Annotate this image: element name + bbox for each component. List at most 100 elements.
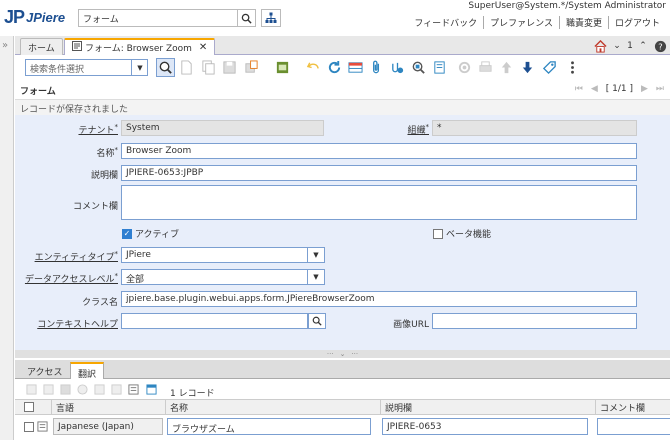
copy-record-icon[interactable] — [199, 58, 218, 77]
entity-type-label[interactable]: エンティティタイプ* — [20, 250, 118, 263]
beta-checkbox[interactable]: ベータ機能 — [433, 227, 491, 240]
new-icon[interactable] — [25, 383, 38, 396]
chevron-down-icon[interactable]: ▼ — [308, 247, 325, 263]
edit-icon[interactable] — [42, 383, 55, 396]
logo-mark: JP — [4, 6, 25, 27]
more-icon[interactable] — [563, 58, 582, 77]
help-icon[interactable]: ? — [652, 38, 668, 54]
workflow-icon[interactable] — [455, 58, 474, 77]
grid-toggle-icon[interactable] — [346, 58, 365, 77]
tab-home[interactable]: ホーム — [20, 38, 63, 55]
cell-description[interactable]: JPIERE-0653 — [382, 418, 588, 435]
menu-tree-icon[interactable] — [261, 9, 281, 27]
description-field[interactable]: JPIERE-0653:JPBP — [121, 165, 637, 181]
cell-name[interactable]: ブラウザズーム — [167, 418, 371, 435]
tab-browser-zoom[interactable]: フォーム: Browser Zoom ✕ — [64, 38, 216, 55]
zoom-across-icon[interactable] — [409, 58, 428, 77]
expand-menu-icon[interactable]: » — [2, 40, 8, 51]
class-name-field[interactable]: jpiere.base.plugin.webui.apps.form.JPier… — [121, 291, 637, 307]
class-name-label: クラス名 — [82, 298, 118, 308]
row-checkbox[interactable] — [24, 422, 34, 435]
checkbox-box[interactable] — [433, 228, 443, 239]
jpiere-logo[interactable]: JP JPiere — [4, 6, 76, 28]
check-icon[interactable]: ✓ — [122, 228, 132, 239]
save-create-icon[interactable] — [242, 58, 261, 77]
tab-active-label: フォーム: Browser Zoom — [85, 44, 192, 54]
previous-record-icon[interactable]: ◀ — [591, 84, 598, 94]
search-icon[interactable] — [308, 313, 326, 329]
chevron-down-icon[interactable]: ▼ — [131, 59, 148, 76]
data-access-level-select[interactable]: 全部 — [121, 269, 308, 285]
column-description[interactable]: 説明欄 — [385, 401, 412, 414]
close-icon[interactable]: ✕ — [199, 42, 207, 53]
data-access-level-label[interactable]: データアクセスレベル* — [20, 272, 118, 285]
save-icon[interactable] — [220, 58, 239, 77]
active-checkbox[interactable]: ✓ アクティブ — [122, 227, 179, 240]
refresh-icon[interactable] — [325, 58, 344, 77]
svg-text:?: ? — [658, 41, 662, 51]
tab-translation[interactable]: 翻訳 — [70, 362, 105, 380]
chevron-down-icon[interactable]: ⌄ — [340, 350, 346, 358]
next-record-icon[interactable]: ▶ — [641, 84, 648, 94]
image-url-field[interactable] — [432, 313, 637, 329]
entity-type-select[interactable]: JPiere — [121, 247, 308, 263]
tag-icon[interactable] — [540, 58, 559, 77]
feedback-link[interactable]: フィードバック — [408, 16, 483, 29]
save-icon[interactable] — [59, 383, 72, 396]
record-navigation: ⏮ ◀ [ 1/1 ] ▶ ⏭ — [575, 84, 664, 94]
column-language[interactable]: 言語 — [56, 401, 74, 414]
refresh-icon[interactable] — [127, 383, 140, 396]
arrow-up-icon[interactable] — [497, 58, 516, 77]
tenant-label[interactable]: テナント* — [40, 123, 118, 136]
org-label[interactable]: 組織* — [372, 123, 429, 136]
cell-language[interactable]: Japanese (Japan) — [53, 418, 163, 435]
attachment-icon[interactable] — [367, 58, 386, 77]
context-help-field[interactable] — [121, 313, 308, 329]
undo-icon[interactable] — [304, 58, 323, 77]
window-title-bar — [15, 80, 670, 100]
print-icon[interactable] — [476, 58, 495, 77]
preference-link[interactable]: プレファレンス — [483, 16, 559, 29]
chevron-down-icon[interactable]: ⌄ — [611, 38, 623, 54]
select-all-checkbox[interactable] — [24, 402, 34, 415]
beta-label: ベータ機能 — [446, 230, 492, 240]
column-name[interactable]: 名称 — [170, 401, 188, 414]
user-info: SuperUser@System.*/System Administrator — [468, 1, 666, 11]
arrow-down-icon[interactable] — [518, 58, 537, 77]
cell-comment[interactable] — [597, 418, 670, 435]
splitter[interactable]: ··· ⌄ ··· — [15, 350, 670, 358]
chevron-down-icon[interactable]: ▼ — [308, 269, 325, 285]
change-role-link[interactable]: 職責変更 — [558, 16, 608, 29]
last-record-icon[interactable]: ⏭ — [656, 84, 664, 94]
new-record-icon[interactable] — [177, 58, 196, 77]
menu-search-input[interactable]: フォーム — [78, 9, 238, 27]
chevron-up-icon[interactable]: ⌃ — [637, 38, 649, 54]
search-query-select[interactable]: 検索条件選択 — [25, 59, 148, 76]
grid-header — [15, 399, 670, 415]
splitter-grip-icon: ··· — [326, 350, 334, 358]
report-icon[interactable] — [273, 58, 292, 77]
undo-icon[interactable] — [93, 383, 106, 396]
splitter-grip-icon: ··· — [351, 350, 359, 358]
name-field[interactable]: Browser Zoom — [121, 143, 637, 159]
edit-row-icon[interactable] — [37, 421, 48, 435]
column-comment[interactable]: コメント欄 — [600, 401, 645, 414]
logout-link[interactable]: ログアウト — [607, 16, 666, 29]
product-info-icon[interactable] — [430, 58, 449, 77]
image-url-label: 画像URL — [393, 320, 429, 330]
first-record-icon[interactable]: ⏮ — [575, 84, 583, 94]
status-message: レコードが保存されました — [20, 105, 129, 115]
comment-field[interactable] — [121, 185, 637, 220]
find-icon[interactable] — [156, 58, 175, 77]
search-icon[interactable] — [238, 9, 256, 27]
tab-access[interactable]: アクセス — [20, 362, 70, 379]
delete-icon[interactable] — [76, 383, 89, 396]
grid-toggle-icon[interactable] — [145, 383, 158, 396]
tenant-field: System — [121, 120, 324, 136]
tab-count: 1 — [627, 41, 633, 51]
detail-record-count: 1 レコード — [170, 389, 215, 399]
chat-icon[interactable] — [388, 58, 407, 77]
context-help-label[interactable]: コンテキストヘルプ — [20, 317, 118, 330]
copy-icon[interactable] — [110, 383, 123, 396]
home-icon[interactable] — [592, 38, 608, 54]
